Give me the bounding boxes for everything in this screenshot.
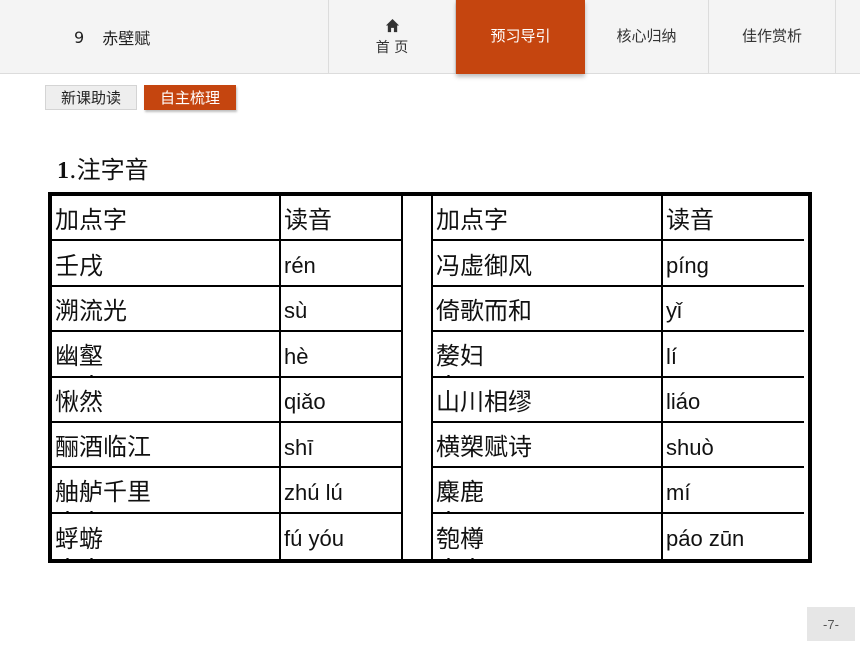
section-number: 1 [57, 158, 69, 184]
section-heading: 1.注字音 [57, 150, 149, 185]
top-nav-bar: 9 赤壁赋 首 页 预习导引 核心归纳 佳作赏析 [0, 0, 860, 74]
table-reading-right: yǐ [663, 287, 804, 333]
home-button[interactable]: 首 页 [329, 0, 456, 74]
table-header-char-right: 加点字 [433, 196, 663, 242]
subtab-new-lesson-reading[interactable]: 新课助读 [45, 85, 137, 110]
table-word-left: 舳舻千里 [52, 468, 281, 514]
table-spacer-column [403, 196, 433, 559]
tab-preview-guide[interactable]: 预习导引 [456, 0, 585, 74]
table-word-left: 蜉蝣 [52, 513, 281, 559]
table-word-left: 溯流光 [52, 286, 281, 333]
table-reading-left: zhú lú [281, 468, 403, 514]
table-reading-right: lí [663, 332, 804, 378]
table-header-reading-left: 读音 [281, 196, 403, 242]
table-reading-right: shuò [663, 423, 804, 469]
table-reading-right: píng [663, 241, 804, 287]
lesson-name: 赤壁赋 [102, 29, 151, 48]
table-reading-left: rén [281, 241, 403, 287]
table-word-right: 倚歌而和 [433, 286, 663, 333]
tab-core-summary[interactable]: 核心归纳 [585, 0, 709, 74]
table-word-right: 山川相缪 [433, 377, 663, 423]
table-word-left: 愀然 [52, 377, 281, 423]
table-header-reading-right: 读音 [663, 196, 804, 242]
page-number: -7- [807, 607, 855, 641]
home-icon [385, 18, 399, 32]
table-word-right: 匏樽 [433, 513, 663, 559]
lesson-number: 9 [74, 27, 85, 47]
table-word-right: 冯虚御风 [433, 241, 663, 287]
table-reading-left: hè [281, 332, 403, 378]
subtab-self-study[interactable]: 自主梳理 [144, 85, 236, 110]
table-header-char-left: 加点字 [52, 196, 281, 242]
lesson-title: 9 赤壁赋 [0, 0, 329, 74]
tab-essay-appreciation[interactable]: 佳作赏析 [709, 0, 836, 74]
table-word-right: 横槊赋诗 [433, 422, 663, 469]
home-label: 首 页 [375, 39, 409, 56]
section-title: .注字音 [69, 156, 149, 184]
pronunciation-table: 加点字 读音 加点字 读音 壬戌 rén 溯流光 sù 幽壑 hè 愀然 qiǎo 酾酒临江 sh… [48, 192, 812, 563]
table-reading-left: shī [281, 422, 403, 469]
table-reading-left: sù [281, 286, 403, 333]
table-word-left: 幽壑 [52, 332, 281, 378]
table-word-right: 麋鹿 [433, 468, 663, 514]
table-reading-left: qiǎo [281, 377, 403, 423]
table-reading-left: fú yóu [281, 513, 403, 559]
table-reading-right: liáo [663, 378, 804, 423]
table-reading-right: mí [663, 468, 804, 514]
table-word-left: 壬戌 [52, 241, 281, 287]
table-word-right: 嫠妇 [433, 332, 663, 378]
table-word-left: 酾酒临江 [52, 422, 281, 469]
table-reading-right: páo zūn [666, 526, 745, 552]
